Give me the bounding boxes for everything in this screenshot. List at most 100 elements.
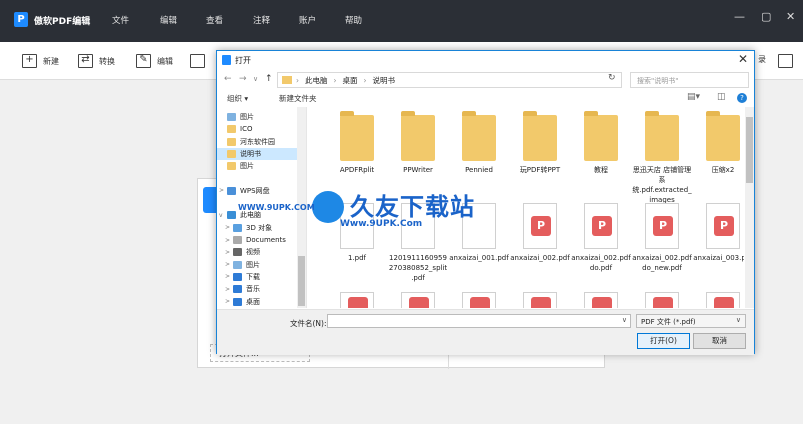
pdf-file-icon (645, 292, 679, 308)
expand-arrow-icon[interactable]: v (219, 212, 227, 219)
folder-item[interactable]: Pennied (449, 111, 509, 175)
record-icon[interactable] (778, 54, 799, 68)
nav-item[interactable]: > 音乐 (217, 283, 305, 295)
folder-icon (645, 111, 679, 161)
nav-item[interactable]: > 桌面 (217, 296, 305, 308)
file-name: PPWriter (403, 166, 433, 174)
file-item[interactable] (510, 292, 570, 308)
dialog-close-icon[interactable]: ✕ (738, 52, 748, 66)
expand-arrow-icon[interactable]: > (225, 237, 233, 244)
file-item[interactable]: Panxaizai_003.pdf (693, 203, 744, 263)
file-item[interactable]: Panxaizai_002.pdfdo_new.pdf (632, 203, 692, 273)
expand-arrow-icon[interactable]: > (225, 261, 233, 268)
expand-arrow-icon[interactable]: > (219, 187, 227, 194)
recent-dropdown-icon[interactable]: ∨ (253, 75, 258, 83)
new-label: 新建 (43, 56, 59, 66)
command-row: 组织 ▾ 新建文件夹 ▤▾ ◫ ? (217, 91, 754, 106)
address-bar[interactable]: › 此电脑 › 桌面 › 说明书 (277, 72, 622, 88)
filename-input[interactable]: ∨ (327, 314, 631, 328)
expand-arrow-icon[interactable]: > (225, 249, 233, 256)
file-name: 教程 (594, 166, 608, 174)
expand-arrow-icon[interactable]: > (225, 224, 233, 231)
folder-item[interactable]: 压缩x2 (693, 111, 744, 175)
nav-item[interactable]: 图片 (217, 111, 305, 123)
file-name: anxaizai_002.pdfdo_new.pdf (632, 254, 692, 272)
menu-help[interactable]: 帮助 (345, 14, 362, 26)
nav-item[interactable]: >3D 对象 (217, 222, 305, 234)
folder-item[interactable]: APDFRplit (327, 111, 387, 175)
refresh-icon[interactable]: ↻ (608, 73, 616, 83)
file-item[interactable] (388, 292, 448, 308)
menu-annotate[interactable]: 注释 (253, 14, 270, 26)
pdf-file-icon: P (523, 203, 557, 249)
folder-item[interactable]: 教程 (571, 111, 631, 175)
up-icon[interactable]: ↑ (265, 74, 273, 84)
pdf-file-icon: P (584, 203, 618, 249)
folder-item[interactable]: 思迅天店 店铺管理系统.pdf.extracted_images (632, 111, 692, 205)
nav-item[interactable]: 河东软件园 (217, 136, 305, 148)
file-item[interactable] (327, 292, 387, 308)
file-item[interactable]: Panxaizai_002.pdfdo.pdf (571, 203, 631, 273)
breadcrumb-manual[interactable]: 说明书 (373, 75, 396, 86)
nav-item-label: Documents (246, 236, 286, 244)
nav-item[interactable]: > WPS网盘 (217, 185, 305, 197)
expand-arrow-icon[interactable]: > (225, 298, 233, 305)
menu-edit[interactable]: 编辑 (160, 14, 177, 26)
maximize-icon[interactable]: ▢ (761, 10, 771, 23)
file-scrollbar-thumb[interactable] (746, 117, 753, 183)
folder-item[interactable]: PPWriter (388, 111, 448, 175)
view-options-icon[interactable]: ▤▾ (687, 92, 700, 102)
breadcrumb-desktop[interactable]: 桌面 (343, 75, 358, 86)
organize-button[interactable]: 组织 ▾ (227, 93, 248, 104)
minimize-icon[interactable]: — (734, 10, 745, 23)
expand-arrow-icon[interactable]: > (225, 273, 233, 280)
nav-item[interactable]: 说明书 (217, 147, 305, 160)
folder-icon (282, 76, 292, 84)
preview-pane-icon[interactable]: ◫ (717, 92, 726, 102)
file-item[interactable] (571, 292, 631, 308)
menu-account[interactable]: 账户 (299, 14, 316, 26)
filetype-select[interactable]: PDF 文件 (*.pdf) ∨ (636, 314, 746, 328)
search-input[interactable]: 搜索"说明书" (630, 72, 749, 88)
dialog-footer: 文件名(N): ∨ PDF 文件 (*.pdf) ∨ 打开(O) 取消 (217, 309, 754, 355)
menu-view[interactable]: 查看 (206, 14, 223, 26)
pdf-file-icon (401, 292, 435, 308)
new-folder-button[interactable]: 新建文件夹 (279, 93, 317, 104)
nav-item[interactable]: > 视频 (217, 246, 305, 258)
ocr-button[interactable] (190, 54, 211, 68)
folder-item[interactable]: 玩PDF转PPT (510, 111, 570, 175)
menu-file[interactable]: 文件 (112, 14, 129, 26)
back-icon[interactable]: ← (224, 74, 232, 84)
close-icon[interactable]: ✕ (786, 10, 795, 23)
edit-button[interactable]: ✎ 编辑 (136, 54, 173, 68)
nav-item[interactable]: ICO (217, 123, 305, 135)
file-item[interactable] (632, 292, 692, 308)
expand-arrow-icon[interactable]: > (225, 286, 233, 293)
cancel-button[interactable]: 取消 (693, 333, 746, 349)
pdf-file-icon (462, 292, 496, 308)
nav-item[interactable]: > 下载 (217, 271, 305, 283)
nav-item-icon (227, 113, 236, 121)
open-button[interactable]: 打开(O) (637, 333, 690, 349)
breadcrumb-this-pc[interactable]: 此电脑 (305, 75, 328, 86)
record-label: 录 (758, 55, 766, 64)
file-item[interactable] (693, 292, 744, 308)
dialog-titlebar: 打开 ✕ (217, 51, 754, 69)
nav-item-icon (233, 248, 242, 257)
nav-item[interactable]: 图片 (217, 160, 305, 172)
nav-item-icon (233, 260, 242, 269)
file-name: anxaizai_001.pdf (449, 254, 509, 262)
convert-button[interactable]: ⇄ 转换 (78, 54, 115, 68)
file-item[interactable] (449, 292, 509, 308)
record-button[interactable]: 录 (758, 54, 766, 65)
chevron-down-icon[interactable]: ∨ (622, 316, 627, 324)
file-item[interactable]: Panxaizai_002.pdf (510, 203, 570, 263)
pdf-file-icon (706, 292, 740, 308)
forward-icon[interactable]: → (239, 74, 247, 84)
help-icon[interactable]: ? (737, 93, 747, 103)
new-button[interactable]: + 新建 (22, 54, 59, 68)
nav-item[interactable]: > 图片 (217, 259, 305, 271)
nav-item[interactable]: > Documents (217, 234, 305, 246)
nav-item-label: WPS网盘 (240, 186, 270, 195)
nav-scrollbar-thumb[interactable] (298, 256, 305, 306)
